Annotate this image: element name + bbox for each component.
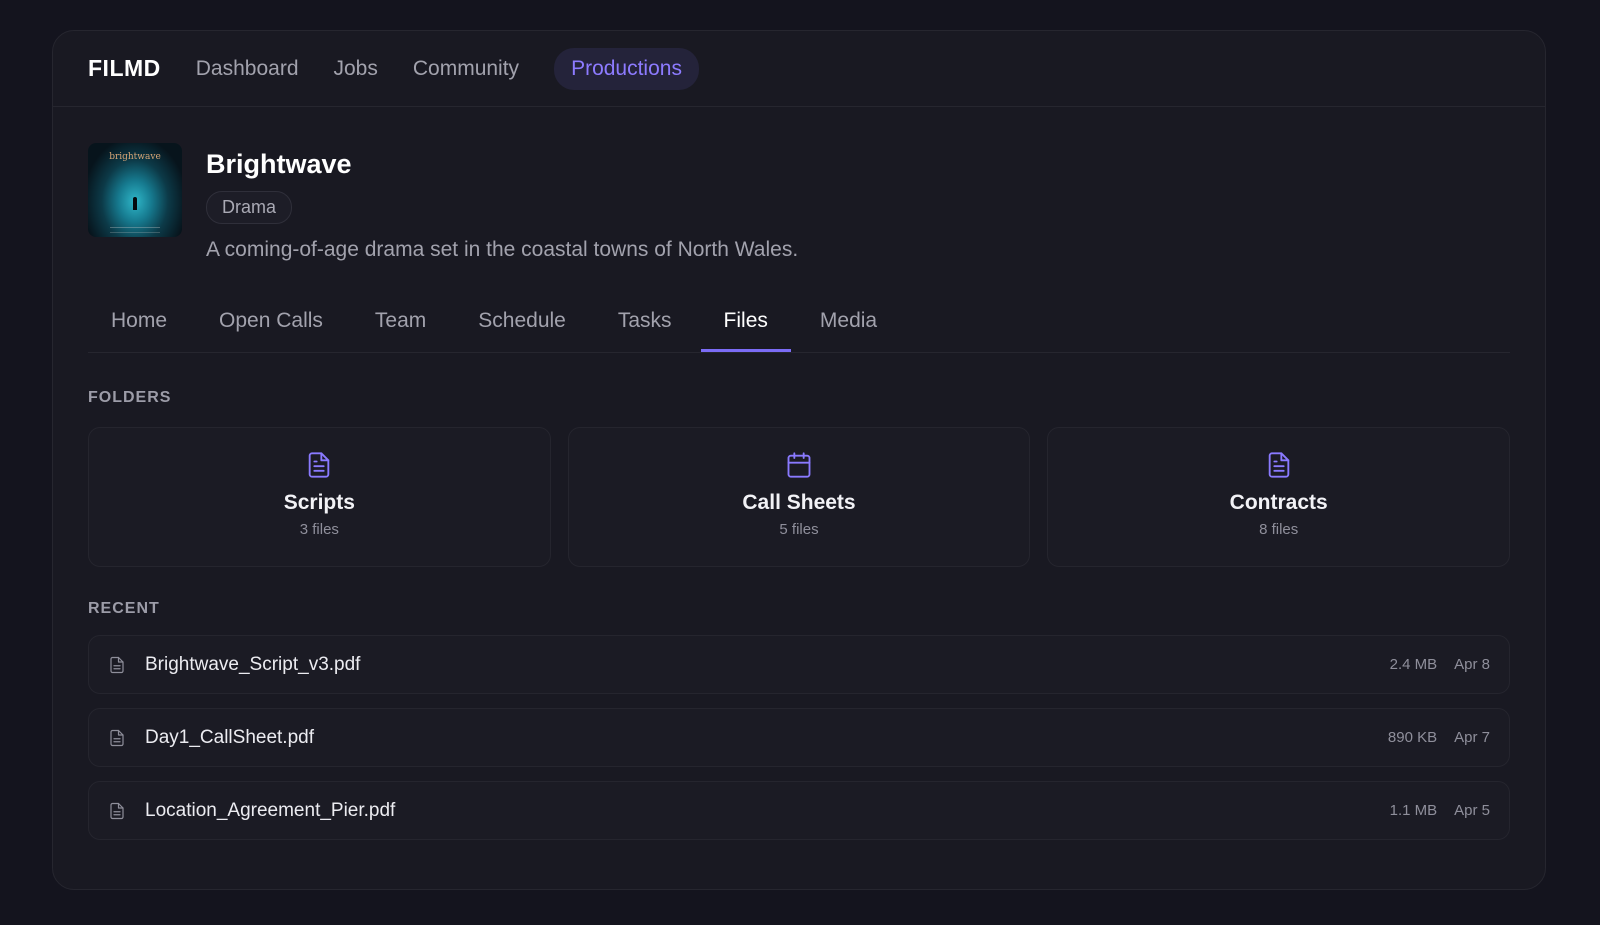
folders-heading: FOLDERS <box>88 389 172 406</box>
folder-file-count: 5 files <box>779 521 819 538</box>
production-header: brightwave Brightwave Drama A coming-of-… <box>88 143 1510 262</box>
tab-files[interactable]: Files <box>700 304 791 352</box>
folder-card-scripts[interactable]: Scripts 3 files <box>88 427 551 567</box>
file-row[interactable]: Day1_CallSheet.pdf 890 KB Apr 7 <box>88 708 1510 767</box>
folder-name: Scripts <box>283 491 355 514</box>
nav-link-productions[interactable]: Productions <box>554 47 699 90</box>
tab-tasks[interactable]: Tasks <box>595 304 695 352</box>
file-name: Day1_CallSheet.pdf <box>145 726 314 748</box>
tab-home[interactable]: Home <box>88 304 190 352</box>
recent-heading: RECENT <box>88 600 160 617</box>
file-icon <box>110 729 124 746</box>
nav-link-community[interactable]: Community <box>413 57 519 81</box>
nav-link-jobs[interactable]: Jobs <box>334 57 378 81</box>
tab-open-calls[interactable]: Open Calls <box>196 304 346 352</box>
folders-grid: Scripts 3 files Call Sheets 5 files Cont… <box>88 427 1511 567</box>
poster-figure <box>133 197 137 210</box>
file-size: 1.1 MB <box>1389 802 1438 819</box>
tab-media[interactable]: Media <box>797 304 900 352</box>
file-icon <box>110 802 124 819</box>
file-row[interactable]: Location_Agreement_Pier.pdf 1.1 MB Apr 5 <box>88 781 1510 840</box>
folder-card-call-sheets[interactable]: Call Sheets 5 files <box>567 427 1031 567</box>
folder-name: Call Sheets <box>742 491 856 514</box>
poster-credits <box>110 227 160 233</box>
nav-link-dashboard[interactable]: Dashboard <box>196 57 299 81</box>
file-date: Apr 8 <box>1454 656 1490 673</box>
folder-name: Contracts <box>1229 491 1328 514</box>
folder-file-count: 8 files <box>1259 521 1299 538</box>
calendar-icon <box>787 452 811 478</box>
production-title: Brightwave <box>206 149 352 179</box>
folder-file-count: 3 files <box>299 521 339 538</box>
file-name: Brightwave_Script_v3.pdf <box>145 653 361 675</box>
top-navigation: FILMD Dashboard Jobs Community Productio… <box>53 31 1545 107</box>
file-icon <box>110 656 124 673</box>
document-icon <box>309 452 330 478</box>
tab-schedule[interactable]: Schedule <box>455 304 589 352</box>
production-poster: brightwave <box>88 143 182 237</box>
brand-logo[interactable]: FILMD <box>88 55 161 82</box>
tab-team[interactable]: Team <box>352 304 449 352</box>
file-date: Apr 7 <box>1454 729 1490 746</box>
file-size: 2.4 MB <box>1389 656 1438 673</box>
file-name: Location_Agreement_Pier.pdf <box>145 799 396 821</box>
production-info: Brightwave Drama A coming-of-age drama s… <box>206 143 798 262</box>
folder-card-contracts[interactable]: Contracts 8 files <box>1047 427 1511 567</box>
main-content: brightwave Brightwave Drama A coming-of-… <box>53 143 1545 840</box>
production-description: A coming-of-age drama set in the coastal… <box>206 238 799 261</box>
genre-tag: Drama <box>206 191 293 224</box>
poster-title: brightwave <box>109 152 161 162</box>
file-size: 890 KB <box>1387 729 1438 746</box>
recent-file-list: Brightwave_Script_v3.pdf 2.4 MB Apr 8 Da… <box>88 635 1510 840</box>
file-row[interactable]: Brightwave_Script_v3.pdf 2.4 MB Apr 8 <box>88 635 1510 694</box>
production-tabs: Home Open Calls Team Schedule Tasks File… <box>88 304 1510 353</box>
file-date: Apr 5 <box>1454 802 1490 819</box>
document-icon <box>1268 452 1289 478</box>
app-window: FILMD Dashboard Jobs Community Productio… <box>52 30 1546 890</box>
